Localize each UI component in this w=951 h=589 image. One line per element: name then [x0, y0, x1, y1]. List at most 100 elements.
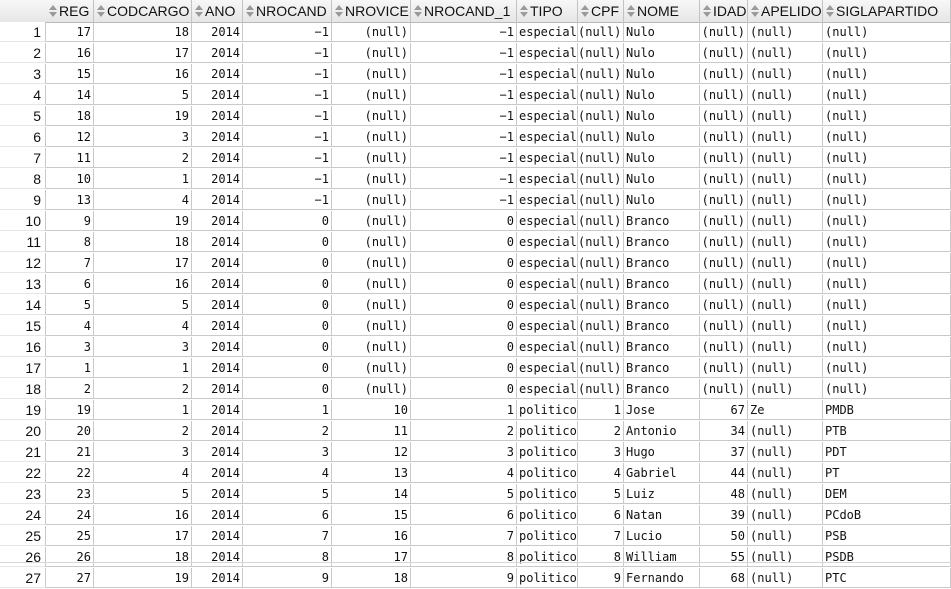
cell-nrocand-1[interactable]: 0 [411, 358, 517, 378]
cell-tipo[interactable]: especial [517, 148, 578, 168]
row-number[interactable]: 16 [0, 337, 46, 357]
cell-nome[interactable]: Branco [624, 316, 700, 336]
cell-siglapartido[interactable]: (null) [823, 274, 951, 294]
cell-nome[interactable]: Nulo [624, 127, 700, 147]
sort-icon[interactable] [335, 5, 343, 17]
cell-nrocand-1[interactable]: 5 [411, 484, 517, 504]
sort-icon[interactable] [49, 5, 57, 17]
cell-nome[interactable]: Branco [624, 295, 700, 315]
cell-tipo[interactable]: especial [517, 211, 578, 231]
cell-cpf[interactable]: 8 [578, 547, 624, 567]
cell-siglapartido[interactable]: (null) [823, 358, 951, 378]
cell-cpf[interactable]: (null) [578, 379, 624, 399]
row-number[interactable]: 10 [0, 211, 46, 231]
cell-nrovice[interactable]: (null) [332, 358, 411, 378]
cell-nome[interactable]: Nulo [624, 43, 700, 63]
cell-siglapartido[interactable]: PDT [823, 442, 951, 462]
cell-siglapartido[interactable]: (null) [823, 190, 951, 210]
cell-reg[interactable]: 3 [46, 337, 94, 357]
cell-nrocand[interactable]: 0 [243, 274, 332, 294]
table-row[interactable]: 12 7 17 2014 0 (null) 0 especial (null) Branco (nu… [0, 253, 951, 274]
cell-nrovice[interactable]: (null) [332, 379, 411, 399]
cell-nrocand-1[interactable]: −1 [411, 190, 517, 210]
cell-reg[interactable]: 7 [46, 253, 94, 273]
cell-nrocand[interactable]: 0 [243, 253, 332, 273]
row-number[interactable]: 23 [0, 484, 46, 504]
cell-codcargo[interactable]: 17 [94, 526, 192, 546]
cell-siglapartido[interactable]: PTC [823, 568, 951, 588]
cell-idade[interactable]: 48 [700, 484, 748, 504]
table-row[interactable]: 24 24 16 2014 6 15 6 politico 6 Natan 39 (null) PCdo… [0, 505, 951, 526]
cell-nrocand-1[interactable]: −1 [411, 148, 517, 168]
cell-nrocand-1[interactable]: 0 [411, 232, 517, 252]
cell-tipo[interactable]: especial [517, 85, 578, 105]
cell-tipo[interactable]: especial [517, 22, 578, 42]
row-number[interactable]: 20 [0, 421, 46, 441]
cell-nrovice[interactable]: 12 [332, 442, 411, 462]
table-row[interactable]: 13 6 16 2014 0 (null) 0 especial (null) Branco (nu… [0, 274, 951, 295]
cell-tipo[interactable]: especial [517, 232, 578, 252]
cell-nrovice[interactable]: 18 [332, 568, 411, 588]
cell-idade[interactable]: 50 [700, 526, 748, 546]
cell-idade[interactable]: (null) [700, 295, 748, 315]
table-row[interactable]: 10 9 19 2014 0 (null) 0 especial (null) Branco (nu… [0, 211, 951, 232]
cell-cpf[interactable]: (null) [578, 106, 624, 126]
cell-nrovice[interactable]: (null) [332, 169, 411, 189]
cell-apelido[interactable]: (null) [748, 274, 823, 294]
cell-nrocand[interactable]: 6 [243, 505, 332, 525]
cell-siglapartido[interactable]: (null) [823, 85, 951, 105]
cell-reg[interactable]: 24 [46, 505, 94, 525]
cell-apelido[interactable]: (null) [748, 253, 823, 273]
row-number[interactable]: 5 [0, 106, 46, 126]
cell-cpf[interactable]: (null) [578, 127, 624, 147]
cell-cpf[interactable]: 7 [578, 526, 624, 546]
cell-idade[interactable]: (null) [700, 358, 748, 378]
cell-ano[interactable]: 2014 [192, 442, 243, 462]
cell-cpf[interactable]: 3 [578, 442, 624, 462]
cell-siglapartido[interactable]: (null) [823, 127, 951, 147]
column-header-apelido[interactable]: APELIDO [748, 0, 823, 22]
cell-apelido[interactable]: (null) [748, 64, 823, 84]
table-row[interactable]: 23 23 5 2014 5 14 5 politico 5 Luiz 48 (null) DEM [0, 484, 951, 505]
cell-nrocand[interactable]: 7 [243, 526, 332, 546]
cell-reg[interactable]: 13 [46, 190, 94, 210]
cell-siglapartido[interactable]: (null) [823, 253, 951, 273]
cell-idade[interactable]: (null) [700, 148, 748, 168]
cell-nrocand[interactable]: 0 [243, 379, 332, 399]
cell-ano[interactable]: 2014 [192, 253, 243, 273]
cell-apelido[interactable]: (null) [748, 43, 823, 63]
cell-idade[interactable]: (null) [700, 316, 748, 336]
cell-cpf[interactable]: (null) [578, 64, 624, 84]
cell-reg[interactable]: 23 [46, 484, 94, 504]
cell-apelido[interactable]: (null) [748, 169, 823, 189]
cell-tipo[interactable]: especial [517, 106, 578, 126]
table-row[interactable]: 22 22 4 2014 4 13 4 politico 4 Gabriel 44 (null) PT [0, 463, 951, 484]
cell-tipo[interactable]: politico [517, 421, 578, 441]
cell-siglapartido[interactable]: DEM [823, 484, 951, 504]
cell-ano[interactable]: 2014 [192, 232, 243, 252]
cell-nrovice[interactable]: (null) [332, 127, 411, 147]
table-row[interactable]: 8 10 1 2014 −1 (null) −1 especial (null) Nulo (nul… [0, 169, 951, 190]
cell-nrovice[interactable]: (null) [332, 316, 411, 336]
cell-nrocand-1[interactable]: −1 [411, 22, 517, 42]
cell-idade[interactable]: (null) [700, 190, 748, 210]
cell-nrovice[interactable]: (null) [332, 253, 411, 273]
row-number[interactable]: 3 [0, 64, 46, 84]
cell-idade[interactable]: 34 [700, 421, 748, 441]
cell-nrocand-1[interactable]: 4 [411, 463, 517, 483]
cell-tipo[interactable]: especial [517, 64, 578, 84]
cell-ano[interactable]: 2014 [192, 421, 243, 441]
cell-apelido[interactable]: (null) [748, 295, 823, 315]
cell-nrocand[interactable]: 0 [243, 232, 332, 252]
table-row[interactable]: 6 12 3 2014 −1 (null) −1 especial (null) Nulo (nul… [0, 127, 951, 148]
cell-codcargo[interactable]: 3 [94, 337, 192, 357]
row-number[interactable]: 15 [0, 316, 46, 336]
cell-codcargo[interactable]: 3 [94, 127, 192, 147]
cell-apelido[interactable]: (null) [748, 379, 823, 399]
cell-apelido[interactable]: (null) [748, 484, 823, 504]
cell-codcargo[interactable]: 16 [94, 505, 192, 525]
cell-nrovice[interactable]: 14 [332, 484, 411, 504]
cell-tipo[interactable]: politico [517, 547, 578, 567]
cell-apelido[interactable]: (null) [748, 22, 823, 42]
cell-ano[interactable]: 2014 [192, 169, 243, 189]
